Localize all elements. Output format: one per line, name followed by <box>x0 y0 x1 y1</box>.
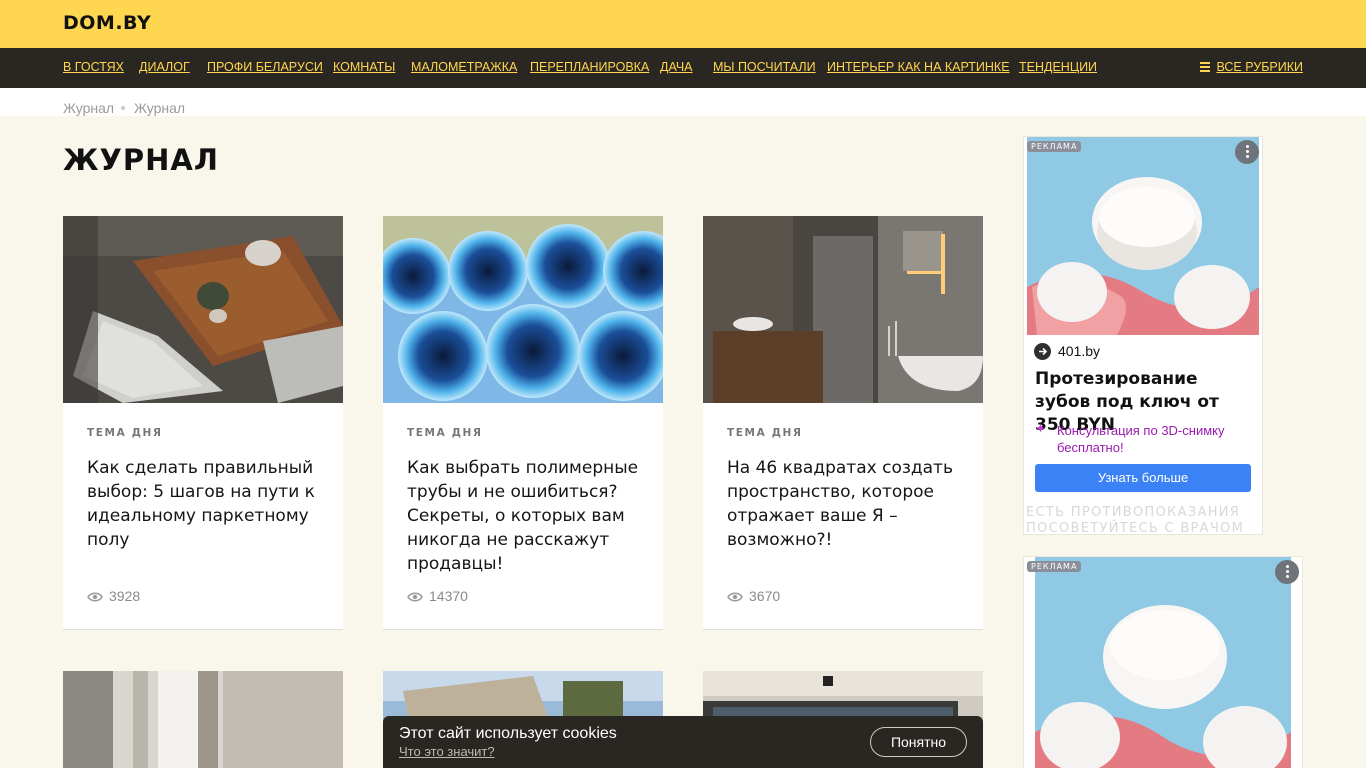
nav-item-dialog[interactable]: Диалог <box>139 60 190 74</box>
cookie-accept-button[interactable]: Понятно <box>870 727 967 757</box>
article-card[interactable]: ТЕМА ДНЯ На 46 квадратах создать простра… <box>703 216 983 630</box>
nav-item-malometrazhka[interactable]: Малометражка <box>411 60 517 74</box>
site-logo[interactable]: DOM.BY <box>63 12 151 34</box>
article-title[interactable]: Как выбрать полимерные трубы и не ошибит… <box>407 456 643 576</box>
nav-item-pereplanirovka[interactable]: Перепланировка <box>530 60 649 74</box>
eye-icon <box>407 592 423 602</box>
article-image[interactable] <box>703 216 983 403</box>
cookie-text: Этот сайт использует cookies <box>399 725 617 742</box>
top-header: DOM.BY <box>0 0 1366 48</box>
nav-item-v-gostyakh[interactable]: В гостях <box>63 60 124 74</box>
all-rubrics-link[interactable]: ВСЕ РУБРИКИ <box>1200 60 1303 74</box>
cookie-info-link[interactable]: Что это значит? <box>399 744 495 759</box>
article-image[interactable] <box>63 216 343 403</box>
article-views: 14370 <box>407 588 468 604</box>
cookie-banner: Этот сайт использует cookies Что это зна… <box>383 716 983 768</box>
breadcrumb-item-current: Журнал <box>134 100 186 116</box>
ad-menu-icon[interactable] <box>1235 140 1259 164</box>
article-card[interactable]: ТЕМА ДНЯ Как сделать правильный выбор: 5… <box>63 216 343 630</box>
article-tag: ТЕМА ДНЯ <box>727 427 803 439</box>
breadcrumb-separator <box>121 106 125 110</box>
breadcrumb-item[interactable]: Журнал <box>63 100 114 116</box>
views-count: 3928 <box>109 588 141 604</box>
nav-item-tendencii[interactable]: Тенденции <box>1019 60 1097 74</box>
breadcrumb: Журнал Журнал <box>0 88 1366 116</box>
ad-badge: РЕКЛАМА <box>1027 561 1082 572</box>
sparkle-icon: ✦ <box>1035 422 1046 437</box>
article-tag: ТЕМА ДНЯ <box>87 427 163 439</box>
nav-item-profi[interactable]: Профи Беларуси <box>207 60 323 74</box>
ad-badge: РЕКЛАМА <box>1027 141 1082 152</box>
article-card[interactable]: ТЕМА ДНЯ Как выбрать полимерные трубы и … <box>383 216 663 630</box>
ad-menu-icon[interactable] <box>1275 560 1299 584</box>
all-rubrics-label: ВСЕ РУБРИКИ <box>1216 60 1303 74</box>
ad-domain[interactable]: 401.by <box>1058 343 1100 359</box>
arrow-right-icon <box>1034 343 1051 360</box>
article-title[interactable]: На 46 квадратах создать пространство, ко… <box>727 456 963 552</box>
article-title[interactable]: Как сделать правильный выбор: 5 шагов на… <box>87 456 323 552</box>
ad-image[interactable] <box>1035 557 1291 768</box>
ad-banner[interactable]: РЕКЛАМА <box>1023 556 1303 768</box>
ad-disclaimer: ЕСТЬ ПРОТИВОПОКАЗАНИЯ ПОСОВЕТУЙТЕСЬ С ВР… <box>1026 505 1262 535</box>
ad-image[interactable] <box>1027 137 1259 335</box>
article-views: 3670 <box>727 588 780 604</box>
eye-icon <box>87 592 103 602</box>
page-title: ЖУРНАЛ <box>63 143 219 177</box>
nav-item-my-poschitali[interactable]: Мы посчитали <box>713 60 816 74</box>
article-image[interactable] <box>383 216 663 403</box>
nav-item-komnaty[interactable]: Комнаты <box>333 60 395 74</box>
views-count: 3670 <box>749 588 781 604</box>
ad-banner[interactable]: РЕКЛАМА 401.by Протезирование зубов под … <box>1023 136 1263 535</box>
ad-disclaimer-line: ЕСТЬ ПРОТИВОПОКАЗАНИЯ <box>1026 505 1241 520</box>
nav-item-interer[interactable]: Интерьер как на картинке <box>827 60 1010 74</box>
ad-subtitle: Консультация по 3D-снимку бесплатно! <box>1057 423 1225 455</box>
article-views: 3928 <box>87 588 140 604</box>
article-tag: ТЕМА ДНЯ <box>407 427 483 439</box>
article-card-image[interactable] <box>63 671 343 768</box>
ad-cta-button[interactable]: Узнать больше <box>1035 464 1251 492</box>
ad-disclaimer-line: ПОСОВЕТУЙТЕСЬ С ВРАЧОМ <box>1026 521 1245 535</box>
eye-icon <box>727 592 743 602</box>
menu-icon <box>1200 62 1211 72</box>
views-count: 14370 <box>429 588 468 604</box>
nav-item-dacha[interactable]: Дача <box>660 60 693 74</box>
category-nav: В гостях Диалог Профи Беларуси Комнаты М… <box>0 48 1366 88</box>
